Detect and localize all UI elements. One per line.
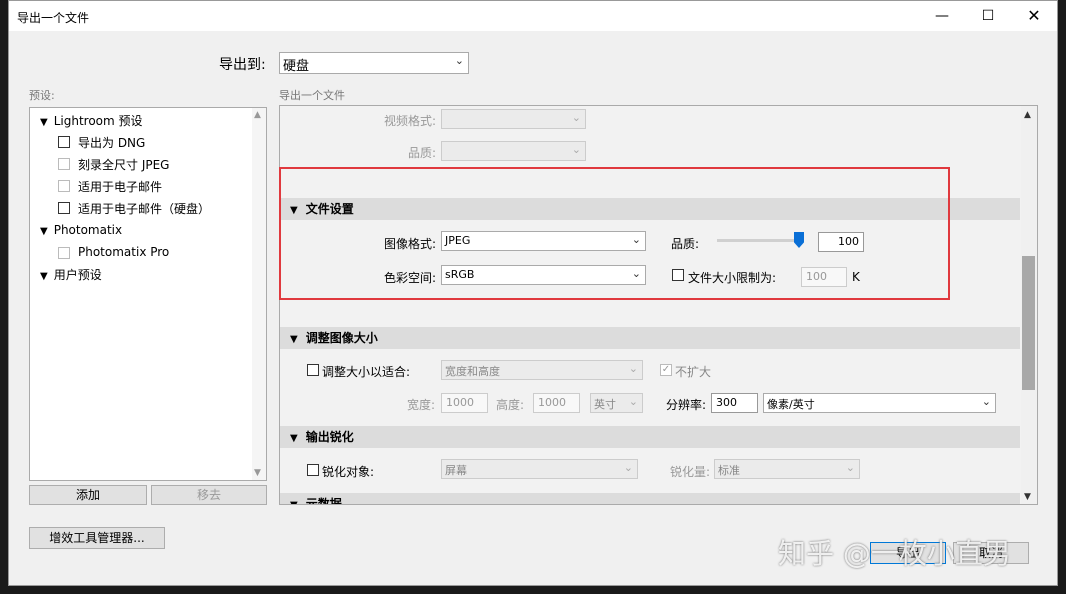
color-space-select[interactable]: sRGB ⌄ [441,265,646,285]
scrollbar-thumb[interactable] [1022,256,1035,390]
scroll-up-icon[interactable]: ▲ [254,110,261,120]
resize-fit-select[interactable]: 宽度和高度 ⌄ [441,360,643,380]
scroll-down-icon[interactable]: ▼ [254,468,261,478]
triangle-down-icon[interactable]: ▼ [40,271,48,282]
triangle-down-icon[interactable]: ▼ [290,433,298,444]
sharpen-header[interactable]: ▼ 输出锐化 [280,426,1020,448]
video-format-select[interactable]: ⌄ [441,109,586,129]
limit-size-input[interactable]: 100 [801,267,847,287]
triangle-down-icon[interactable]: ▼ [290,205,298,216]
chevron-down-icon: ⌄ [845,461,855,474]
color-space-label: 色彩空间: [384,271,437,285]
preset-checkbox[interactable] [58,158,70,170]
file-settings-header[interactable]: ▼ 文件设置 [280,198,1020,220]
image-format-label: 图像格式: [384,237,437,251]
minimize-icon[interactable]: — [919,1,965,31]
height-input[interactable]: 1000 [533,393,580,413]
triangle-down-icon[interactable]: ▼ [290,500,298,504]
video-quality-label: 品质: [408,146,437,160]
resize-fit-label: 调整大小以适合: [322,365,411,379]
close-icon[interactable]: ✕ [1011,1,1057,31]
scroll-up-icon[interactable]: ▲ [1024,110,1031,120]
video-format-label: 视频格式: [384,114,437,128]
maximize-icon[interactable]: ☐ [965,1,1011,31]
export-to-value: 硬盘 [283,59,310,74]
title-bar: 导出一个文件 — ☐ ✕ [9,1,1057,31]
remove-preset-button[interactable]: 移去 [151,485,267,505]
preset-item[interactable]: 导出为 DNG [78,134,145,151]
plugin-manager-button[interactable]: 增效工具管理器... [29,527,165,549]
chevron-down-icon: ⌄ [631,267,641,280]
sharpen-amount-label: 锐化量: [670,465,711,479]
chevron-down-icon: ⌄ [628,362,638,375]
metadata-header[interactable]: ▼元数据 [280,493,1020,504]
width-input[interactable]: 1000 [441,393,488,413]
chevron-down-icon: ⌄ [571,143,581,156]
width-label: 宽度: [407,398,436,412]
preset-checkbox[interactable] [58,247,70,259]
settings-panel: 视频格式: ⌄ 品质: ⌄ ▼ 文件设置 图像格式: JPEG ⌄ 品质: 100 … [279,105,1038,505]
resolution-unit-select[interactable]: 像素/英寸 ⌄ [763,393,996,413]
preset-item[interactable]: 适用于电子邮件（硬盘） [78,200,210,217]
sharpen-checkbox[interactable] [307,464,319,476]
resize-header[interactable]: ▼ 调整图像大小 [280,327,1020,349]
preset-tree: ▼ Lightroom 预设 导出为 DNG 刻录全尺寸 JPEG 适用于电子邮件… [29,107,267,481]
scroll-down-icon[interactable]: ▼ [1024,492,1031,502]
export-to-label: 导出到: [219,57,266,73]
image-format-select[interactable]: JPEG ⌄ [441,231,646,251]
dont-enlarge-checkbox[interactable]: ✓ [660,364,672,376]
chevron-down-icon: ⌄ [454,54,464,67]
sharpen-amount-select[interactable]: 标准 ⌄ [714,459,860,479]
preset-checkbox[interactable] [58,202,70,214]
limit-size-label: 文件大小限制为: [688,271,777,285]
limit-size-unit: K [852,270,860,284]
chevron-down-icon: ⌄ [628,395,638,408]
height-label: 高度: [496,398,525,412]
chevron-down-icon: ⌄ [631,233,641,246]
quality-input[interactable]: 100 [818,232,864,252]
chevron-down-icon: ⌄ [571,111,581,124]
video-quality-select[interactable]: ⌄ [441,141,586,161]
triangle-down-icon[interactable]: ▼ [40,226,48,237]
settings-label: 导出一个文件 [279,89,345,102]
quality-label: 品质: [671,237,700,251]
quality-slider-track[interactable] [717,239,801,242]
quality-slider-thumb[interactable] [794,232,804,248]
chevron-down-icon: ⌄ [981,395,991,408]
resolution-input[interactable]: 300 [711,393,758,413]
sharpen-target-select[interactable]: 屏幕 ⌄ [441,459,638,479]
triangle-down-icon[interactable]: ▼ [290,334,298,345]
limit-size-checkbox[interactable] [672,269,684,281]
preset-group-lightroom[interactable]: ▼ Lightroom 预设 [40,112,143,129]
settings-scrollbar[interactable]: ▲ ▼ [1021,106,1037,504]
preset-group-user[interactable]: ▼ 用户预设 [40,266,102,283]
watermark-text: 知乎 @一枚小直男 [778,537,1011,570]
preset-checkbox[interactable] [58,180,70,192]
presets-label: 预设: [29,89,55,102]
export-dialog: 导出一个文件 — ☐ ✕ 导出到: 硬盘 ⌄ 预设: 导出一个文件 ▼ Light… [8,0,1058,586]
chevron-down-icon: ⌄ [623,461,633,474]
resolution-label: 分辨率: [666,398,707,412]
preset-item[interactable]: Photomatix Pro [78,245,169,259]
dont-enlarge-label: 不扩大 [675,365,712,379]
resize-fit-checkbox[interactable] [307,364,319,376]
preset-scrollbar[interactable]: ▲ ▼ [252,108,266,480]
window-title: 导出一个文件 [17,11,90,25]
add-preset-button[interactable]: 添加 [29,485,147,505]
sharpen-target-label: 锐化对象: [322,465,375,479]
preset-item[interactable]: 适用于电子邮件 [78,178,162,195]
preset-item[interactable]: 刻录全尺寸 JPEG [78,156,169,173]
preset-checkbox[interactable] [58,136,70,148]
export-to-select[interactable]: 硬盘 ⌄ [279,52,469,74]
triangle-down-icon[interactable]: ▼ [40,117,48,128]
preset-group-photomatix[interactable]: ▼ Photomatix [40,223,122,237]
unit-select[interactable]: 英寸 ⌄ [590,393,643,413]
